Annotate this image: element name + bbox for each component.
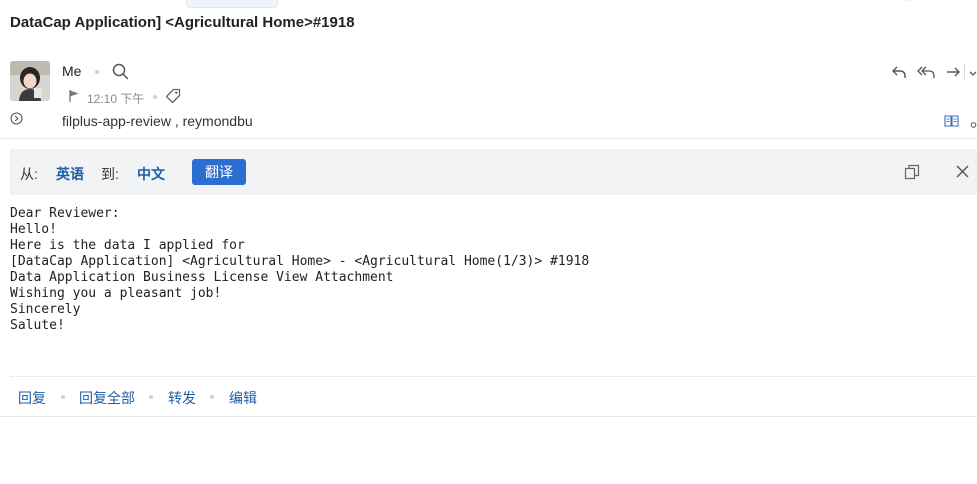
separator-dot	[61, 395, 65, 399]
body-line: Dear Reviewer:	[10, 206, 120, 221]
email-body: Dear Reviewer: Hello! Here is the data I…	[10, 206, 589, 334]
more-options-icon[interactable]	[970, 116, 977, 134]
toolbar-divider	[964, 63, 965, 79]
flag-icon[interactable]	[68, 89, 80, 108]
translate-button[interactable]: 翻译	[192, 159, 246, 185]
source-language-select[interactable]: 英语	[56, 164, 84, 184]
separator-dot	[149, 395, 153, 399]
separator-dot	[153, 95, 157, 99]
recipient-list[interactable]: filplus-app-review , reymondbu	[62, 113, 253, 129]
body-line: Here is the data I applied for	[10, 238, 245, 253]
tag-icon[interactable]	[165, 88, 181, 109]
expand-circle-icon[interactable]	[10, 112, 23, 130]
translate-from-label: 从:	[20, 166, 38, 182]
body-line: Wishing you a pleasant job!	[10, 286, 222, 301]
book-icon[interactable]	[944, 114, 959, 132]
reply-all-icon[interactable]	[917, 64, 935, 85]
email-time: 12:10 下午	[87, 92, 145, 106]
translate-bar: 从: 英语 到: 中文 翻译	[10, 149, 977, 195]
avatar[interactable]	[10, 61, 50, 101]
header-divider	[0, 138, 977, 139]
search-icon[interactable]	[112, 63, 129, 85]
reply-link[interactable]: 回复	[18, 388, 46, 408]
footer-divider	[0, 416, 977, 417]
body-line: Hello!	[10, 222, 57, 237]
forward-link[interactable]: 转发	[168, 388, 196, 408]
email-subject: DataCap Application] <Agricultural Home>…	[10, 14, 355, 31]
forward-icon[interactable]	[945, 64, 961, 85]
copy-icon[interactable]	[904, 164, 920, 185]
separator-dot	[95, 70, 99, 74]
close-icon[interactable]	[956, 165, 969, 183]
body-line: Sincerely	[10, 302, 81, 317]
target-language-select[interactable]: 中文	[137, 164, 165, 184]
separator-dot	[210, 395, 214, 399]
top-chevron-icon: ^	[906, 0, 911, 7]
body-line: [DataCap Application] <Agricultural Home…	[10, 254, 590, 269]
active-tab-indicator	[186, 0, 278, 8]
reply-icon[interactable]	[891, 64, 907, 85]
translate-to-label: 到:	[101, 166, 119, 182]
reply-all-link[interactable]: 回复全部	[79, 388, 135, 408]
body-divider	[10, 376, 975, 377]
sender-name[interactable]: Me	[62, 63, 81, 79]
edit-link[interactable]: 编辑	[229, 388, 257, 408]
body-line: Data Application Business License View A…	[10, 270, 394, 285]
chevron-down-icon[interactable]	[969, 66, 977, 84]
body-line: Salute!	[10, 318, 65, 333]
